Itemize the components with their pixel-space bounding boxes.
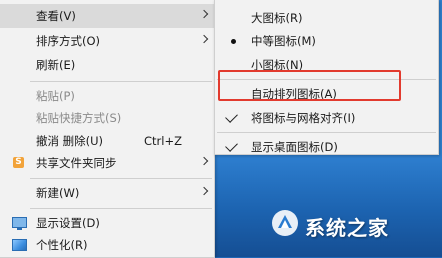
chevron-right-icon xyxy=(199,186,209,196)
menu-item-undo-delete[interactable]: 撤消 删除(U) Ctrl+Z xyxy=(0,129,214,153)
menu-item-new[interactable]: 新建(W) xyxy=(0,181,214,205)
display-settings-icon xyxy=(12,217,27,230)
checkmark-icon xyxy=(225,110,238,123)
menu-item-shared-folder-sync[interactable]: S 共享文件夹同步 xyxy=(0,151,214,175)
menu-item-label: 粘贴(P) xyxy=(36,89,75,103)
menu-item-label: 粘贴快捷方式(S) xyxy=(36,111,122,125)
red-highlight-box xyxy=(218,70,401,101)
submenu-item-show-desktop-icons[interactable]: 显示桌面图标(D) xyxy=(215,135,438,159)
menu-item-refresh[interactable]: 刷新(E) xyxy=(0,53,214,77)
submenu-item-label: 显示桌面图标(D) xyxy=(251,140,338,154)
submenu-item-large-icons[interactable]: 大图标(R) xyxy=(215,6,438,30)
watermark-logo-icon xyxy=(272,210,298,236)
menu-separator xyxy=(217,132,436,133)
menu-item-display-settings[interactable]: 显示设置(D) xyxy=(0,211,214,235)
menu-item-label: 个性化(R) xyxy=(36,238,88,252)
menu-item-label: 共享文件夹同步 xyxy=(36,156,117,170)
menu-item-label: 排序方式(O) xyxy=(36,34,101,48)
submenu-item-label: 将图标与网格对齐(I) xyxy=(251,111,356,125)
menu-item-paste[interactable]: 粘贴(P) xyxy=(0,84,214,108)
personalize-icon xyxy=(12,239,27,251)
submenu-item-label: 中等图标(M) xyxy=(251,34,316,48)
menu-separator xyxy=(30,208,212,209)
menu-item-label: 刷新(E) xyxy=(36,58,76,72)
desktop-context-menu: 查看(V) 排序方式(O) 刷新(E) 粘贴(P) 粘贴快捷方式(S) 撤消 删… xyxy=(0,0,215,258)
menu-item-shortcut: Ctrl+Z xyxy=(144,134,182,148)
submenu-item-medium-icons[interactable]: 中等图标(M) xyxy=(215,29,438,53)
menu-item-label: 查看(V) xyxy=(36,9,76,23)
menu-separator xyxy=(30,81,212,82)
menu-item-label: 新建(W) xyxy=(36,186,80,200)
menu-item-personalize[interactable]: 个性化(R) xyxy=(0,233,214,257)
chevron-right-icon xyxy=(199,156,209,166)
menu-item-sort-by[interactable]: 排序方式(O) xyxy=(0,29,214,53)
share-sync-icon: S xyxy=(13,157,24,168)
menu-item-view[interactable]: 查看(V) xyxy=(0,4,214,28)
watermark-text: 系统之家 xyxy=(305,216,389,240)
chevron-right-icon xyxy=(199,9,209,19)
submenu-item-label: 大图标(R) xyxy=(251,11,303,25)
menu-item-label: 撤消 删除(U) xyxy=(36,134,104,148)
desktop-background-lower xyxy=(215,155,442,257)
submenu-item-align-to-grid[interactable]: 将图标与网格对齐(I) xyxy=(215,106,438,130)
radio-bullet-icon xyxy=(231,39,236,44)
menu-item-paste-shortcut[interactable]: 粘贴快捷方式(S) xyxy=(0,106,214,130)
chevron-right-icon xyxy=(199,34,209,44)
menu-separator xyxy=(30,178,212,179)
checkmark-icon xyxy=(225,139,238,152)
menu-item-label: 显示设置(D) xyxy=(36,216,100,230)
